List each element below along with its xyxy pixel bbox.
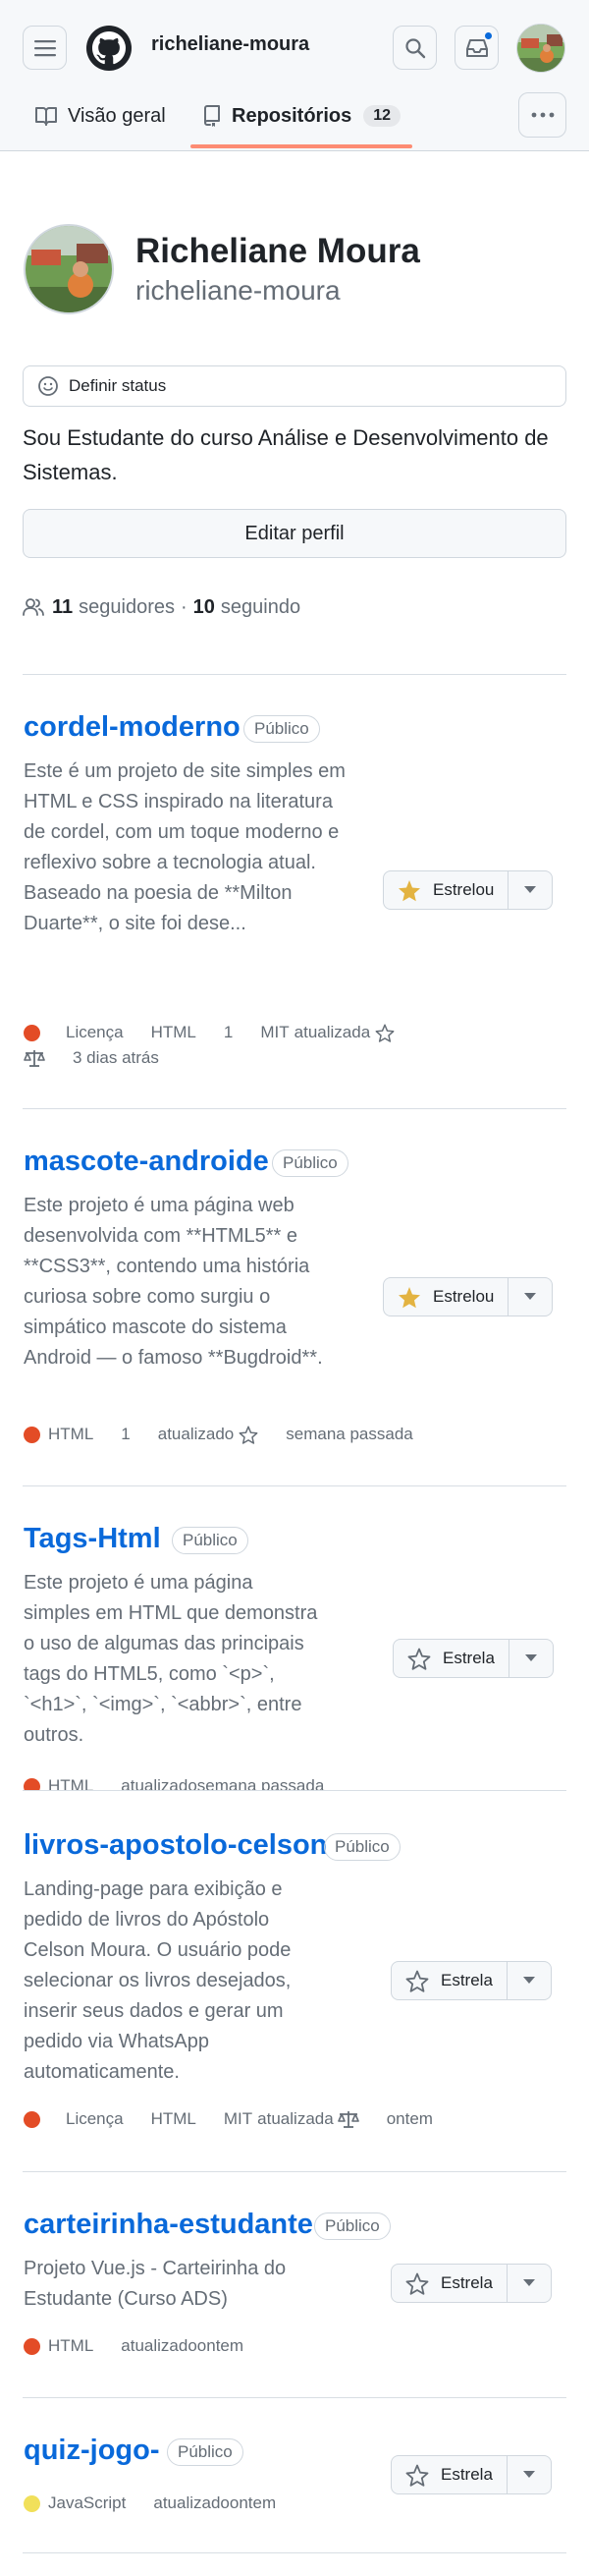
- star-button[interactable]: Estrela: [394, 1640, 509, 1677]
- language-name: HTML: [48, 2336, 94, 2355]
- star-list-dropdown[interactable]: [508, 1962, 551, 1999]
- divider: [23, 2397, 566, 2398]
- divider: [23, 1790, 566, 1791]
- star-button[interactable]: Estrela: [392, 2456, 508, 2493]
- repo-description: Projeto Vue.js - Carteirinha do Estudant…: [24, 2258, 287, 2310]
- star-label: Estrela: [441, 2273, 493, 2292]
- star-icon: [405, 1970, 429, 1992]
- language-color-dot: [24, 2337, 40, 2355]
- updated-time: ontem: [229, 2493, 277, 2512]
- repo-description: Landing-page para exibição e pedido de l…: [24, 1878, 292, 2083]
- star-list-dropdown[interactable]: [508, 2265, 551, 2302]
- star-button-group: Estrela: [391, 1961, 552, 2000]
- updated-time: ontem: [196, 2336, 244, 2355]
- repo-name-link[interactable]: quiz-jogo-: [24, 2435, 160, 2467]
- star-icon: [407, 1648, 431, 1670]
- star-label: Estrela: [443, 1649, 495, 1667]
- star-list-dropdown[interactable]: [509, 1640, 553, 1677]
- language-color-dot: [24, 2110, 40, 2128]
- updated-label: atualizado: [153, 2493, 230, 2512]
- updated-label: atualizado: [121, 1776, 197, 1790]
- visibility-badge: Público: [324, 1833, 401, 1861]
- repo-meta: JavaScript atualizado ontem: [24, 2493, 276, 2513]
- visibility-badge: Público: [172, 1527, 248, 1554]
- visibility-badge: Público: [167, 2438, 243, 2466]
- updated-label: atualizada: [257, 2109, 334, 2128]
- law-icon: [337, 2111, 359, 2128]
- divider: [23, 2171, 566, 2172]
- license-name: MIT: [223, 2109, 253, 2128]
- star-button-group: Estrela: [391, 2264, 552, 2303]
- repo-meta: Licença HTML MIT atualizada ontem: [24, 2109, 433, 2129]
- triangle-down-icon: [524, 1654, 537, 1661]
- updated-time: ontem: [386, 2109, 433, 2128]
- repo-card: Tags-Html Público Este projeto é uma pág…: [0, 0, 589, 1790]
- visibility-badge: Público: [314, 2212, 391, 2240]
- divider: [23, 2552, 566, 2553]
- star-button[interactable]: Estrela: [392, 2265, 508, 2302]
- repo-name-link[interactable]: Tags-Html: [24, 1523, 161, 1555]
- repo-meta: HTML atualizado ontem: [24, 2336, 243, 2356]
- language-name: JavaScript: [48, 2493, 127, 2512]
- star-label: Estrela: [441, 2465, 493, 2484]
- star-button[interactable]: Estrela: [392, 1962, 508, 1999]
- repo-meta: HTML atualizado semana passada: [24, 1776, 324, 1790]
- language-name: HTML: [48, 1776, 94, 1790]
- repo-name-link[interactable]: livros-apostolo-celson: [24, 1829, 327, 1862]
- triangle-down-icon: [522, 2471, 535, 2478]
- repo-description: Este projeto é uma página simples em HTM…: [24, 1572, 318, 1746]
- language-name: HTML: [150, 2109, 196, 2128]
- star-list-dropdown[interactable]: [508, 2456, 551, 2493]
- triangle-down-icon: [522, 1977, 535, 1984]
- language-color-dot: [24, 1777, 40, 1790]
- repo-name-link[interactable]: carteirinha-estudante: [24, 2209, 313, 2241]
- star-button-group: Estrela: [393, 1639, 554, 1678]
- triangle-down-icon: [522, 2279, 535, 2286]
- star-label: Estrela: [441, 1971, 493, 1989]
- updated-time: semana passada: [196, 1776, 325, 1790]
- star-button-group: Estrela: [391, 2455, 552, 2494]
- updated-label: atualizado: [121, 2336, 197, 2355]
- language-color-dot: [24, 2494, 40, 2512]
- star-icon: [405, 2464, 429, 2487]
- star-icon: [405, 2272, 429, 2295]
- license-label: Licença: [66, 2109, 124, 2128]
